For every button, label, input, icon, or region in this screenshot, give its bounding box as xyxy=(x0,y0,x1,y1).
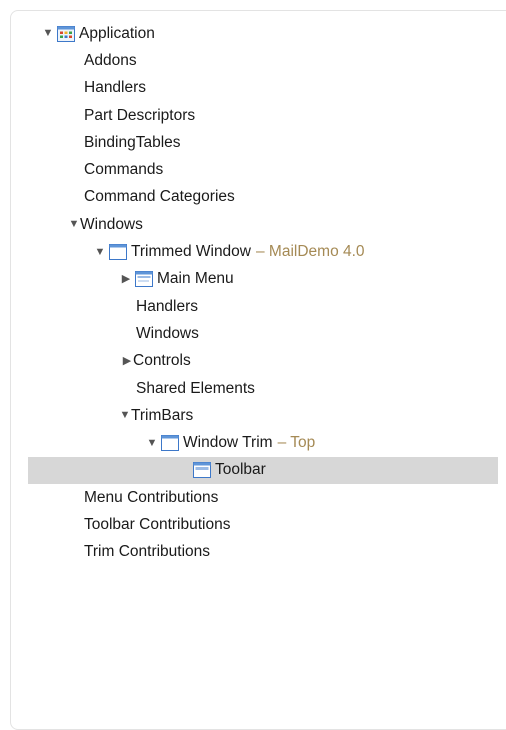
tree-node-commands[interactable]: Commands xyxy=(0,156,506,183)
tree-node-label: Command Categories xyxy=(84,188,235,206)
tree-node-label: Handlers xyxy=(84,79,147,97)
tree-node-tw-windows[interactable]: Windows xyxy=(0,320,506,347)
tree-node-label: Main Menu xyxy=(157,270,234,288)
tree-node-windows[interactable]: ▼ Windows xyxy=(0,211,506,238)
expanded-disclosure-icon[interactable]: ▼ xyxy=(146,437,158,449)
tree-node-label: Trim Contributions xyxy=(84,543,211,561)
menu-bar-icon xyxy=(134,270,154,288)
expanded-disclosure-icon[interactable]: ▼ xyxy=(119,410,131,421)
tree-node-menu-contributions[interactable]: Menu Contributions xyxy=(0,484,506,511)
tree-node-label: Application xyxy=(79,24,155,42)
tree-node-binding-tables[interactable]: BindingTables xyxy=(0,129,506,156)
tree-node-label: Trimmed Window xyxy=(131,243,251,261)
tree-node-trim-contributions[interactable]: Trim Contributions xyxy=(0,539,506,566)
window-icon xyxy=(160,434,180,452)
tree-node-label: Windows xyxy=(80,215,143,233)
window-icon xyxy=(108,243,128,261)
tree-node-command-categories[interactable]: Command Categories xyxy=(0,184,506,211)
tree-node-toolbar-contributions[interactable]: Toolbar Contributions xyxy=(0,511,506,538)
tree-node-label: Window Trim xyxy=(183,434,273,452)
expanded-disclosure-icon[interactable]: ▼ xyxy=(94,246,106,258)
tree-node-trimbars[interactable]: ▼ TrimBars xyxy=(0,402,506,429)
tree-node-shared-elements[interactable]: Shared Elements xyxy=(0,375,506,402)
application-model-tree: ▼ Application Addons Handlers Part Descr… xyxy=(0,20,506,566)
collapsed-disclosure-icon[interactable]: ▶ xyxy=(121,355,133,367)
tree-node-main-menu[interactable]: ▶ Main Menu xyxy=(0,266,506,293)
application-grid-icon xyxy=(56,25,76,43)
expanded-disclosure-icon[interactable]: ▼ xyxy=(42,28,54,39)
tree-node-label: Shared Elements xyxy=(136,379,255,397)
tree-node-label: Toolbar Contributions xyxy=(84,515,231,533)
tree-node-label: Commands xyxy=(84,161,164,179)
tree-node-trimmed-window[interactable]: ▼ Trimmed Window – MailDemo 4.0 xyxy=(0,238,506,265)
tree-node-controls[interactable]: ▶ Controls xyxy=(0,348,506,375)
tree-node-label: Controls xyxy=(133,352,191,370)
tree-node-part-descriptors[interactable]: Part Descriptors xyxy=(0,102,506,129)
tree-node-toolbar[interactable]: Toolbar xyxy=(0,456,506,485)
toolbar-icon xyxy=(192,461,212,479)
tree-node-window-trim[interactable]: ▼ Window Trim – Top xyxy=(0,429,506,456)
tree-node-label: BindingTables xyxy=(84,133,181,151)
tree-node-label: Windows xyxy=(136,324,199,342)
tree-node-application[interactable]: ▼ Application xyxy=(0,20,506,47)
expanded-disclosure-icon[interactable]: ▼ xyxy=(68,219,80,230)
tree-node-label: Menu Contributions xyxy=(84,488,219,506)
tree-node-suffix: – Top xyxy=(277,434,316,452)
tree-node-label: TrimBars xyxy=(131,406,194,424)
tree-node-label: Part Descriptors xyxy=(84,106,196,124)
tree-node-addons[interactable]: Addons xyxy=(0,47,506,74)
tree-node-tw-handlers[interactable]: Handlers xyxy=(0,293,506,320)
tree-node-suffix: – MailDemo 4.0 xyxy=(256,243,365,261)
tree-node-label: Addons xyxy=(84,51,137,69)
tree-node-label: Toolbar xyxy=(215,461,266,479)
tree-node-label: Handlers xyxy=(136,297,199,315)
collapsed-disclosure-icon[interactable]: ▶ xyxy=(120,273,132,285)
tree-node-handlers[interactable]: Handlers xyxy=(0,75,506,102)
